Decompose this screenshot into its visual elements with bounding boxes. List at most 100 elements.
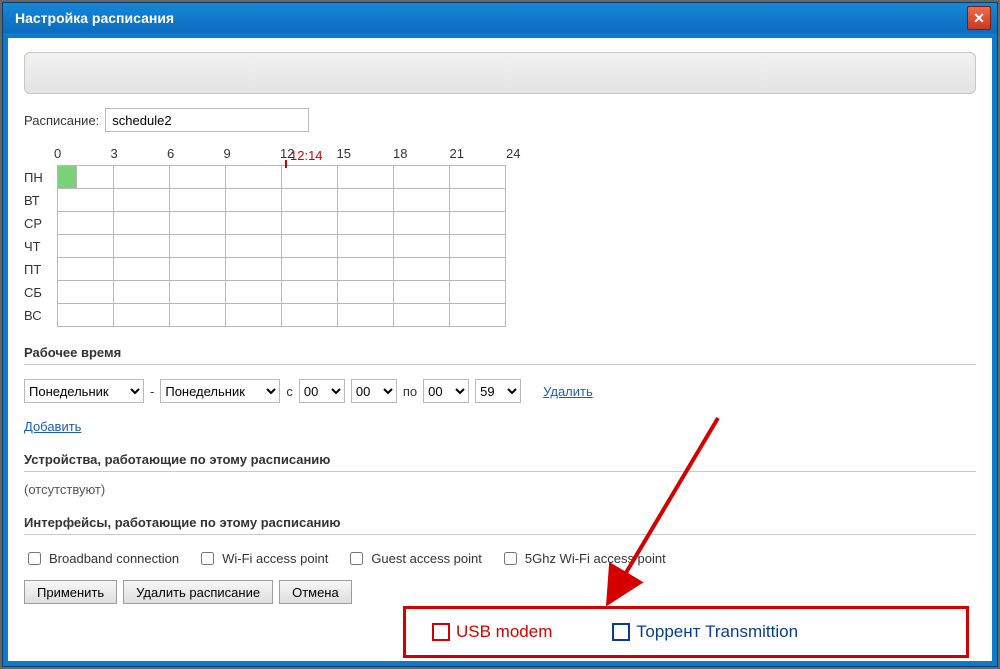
cell-wed-5[interactable] xyxy=(338,212,394,235)
hour-to-select[interactable]: 00 xyxy=(423,379,469,403)
day-from-select[interactable]: Понедельник xyxy=(24,379,144,403)
checkbox-icon[interactable] xyxy=(201,552,214,565)
checkbox-icon[interactable] xyxy=(504,552,517,565)
cell-mon-5[interactable] xyxy=(338,166,394,189)
cell-sat-7[interactable] xyxy=(450,281,506,304)
cell-tue-3[interactable] xyxy=(226,189,282,212)
schedule-grid: 0 3 6 9 12 15 18 21 24 12:14 ПН ВТ СР xyxy=(24,146,976,327)
schedule-settings-window: Настройка расписания ✕ Расписание: 0 3 6… xyxy=(2,2,998,667)
cell-tue-4[interactable] xyxy=(282,189,338,212)
cell-wed-0[interactable] xyxy=(58,212,114,235)
cell-tue-2[interactable] xyxy=(170,189,226,212)
cell-thu-1[interactable] xyxy=(114,235,170,258)
cell-sun-0[interactable] xyxy=(58,304,114,327)
cell-mon-0[interactable] xyxy=(58,166,77,189)
titlebar: Настройка расписания ✕ xyxy=(3,3,997,33)
window-title: Настройка расписания xyxy=(15,10,967,26)
min-to-select[interactable]: 59 xyxy=(475,379,521,403)
apply-button[interactable]: Применить xyxy=(24,580,117,604)
cell-tue-0[interactable] xyxy=(58,189,114,212)
cell-fri-5[interactable] xyxy=(338,258,394,281)
cell-fri-1[interactable] xyxy=(114,258,170,281)
interface-5ghz[interactable]: 5Ghz Wi-Fi access point xyxy=(500,549,666,568)
cell-sat-0[interactable] xyxy=(58,281,114,304)
checkbox-icon[interactable] xyxy=(350,552,363,565)
cell-tue-7[interactable] xyxy=(450,189,506,212)
interfaces-title: Интерфейсы, работающие по этому расписан… xyxy=(24,515,976,530)
checkbox-icon[interactable] xyxy=(28,552,41,565)
close-button[interactable]: ✕ xyxy=(967,6,991,30)
interfaces-row: Broadband connection Wi-Fi access point … xyxy=(24,549,976,568)
add-time-link[interactable]: Добавить xyxy=(24,419,81,434)
cell-thu-5[interactable] xyxy=(338,235,394,258)
work-time-title: Рабочее время xyxy=(24,345,976,360)
delete-time-link[interactable]: Удалить xyxy=(543,384,593,399)
cell-sun-5[interactable] xyxy=(338,304,394,327)
checkbox-icon xyxy=(432,623,450,641)
current-time-tick xyxy=(285,160,287,168)
cell-sat-3[interactable] xyxy=(226,281,282,304)
cell-tue-1[interactable] xyxy=(114,189,170,212)
cell-mon-2[interactable] xyxy=(170,166,226,189)
cell-mon-0b[interactable] xyxy=(77,166,114,189)
cell-sat-5[interactable] xyxy=(338,281,394,304)
cell-sat-2[interactable] xyxy=(170,281,226,304)
cell-sat-1[interactable] xyxy=(114,281,170,304)
cell-mon-7[interactable] xyxy=(450,166,506,189)
from-label: с xyxy=(286,384,293,399)
schedule-name-input[interactable] xyxy=(105,108,309,132)
cell-mon-6[interactable] xyxy=(394,166,450,189)
cell-thu-3[interactable] xyxy=(226,235,282,258)
delete-schedule-button[interactable]: Удалить расписание xyxy=(123,580,273,604)
window-body: Расписание: 0 3 6 9 12 15 18 21 24 12:14… xyxy=(3,33,997,666)
cell-wed-4[interactable] xyxy=(282,212,338,235)
hour-from-select[interactable]: 00 xyxy=(299,379,345,403)
cell-wed-2[interactable] xyxy=(170,212,226,235)
cell-fri-7[interactable] xyxy=(450,258,506,281)
action-buttons-row: Применить Удалить расписание Отмена xyxy=(24,580,976,604)
annotation-highlight-box: USB modem Торрент Transmittion xyxy=(403,606,969,658)
cell-tue-6[interactable] xyxy=(394,189,450,212)
cell-thu-4[interactable] xyxy=(282,235,338,258)
cell-sun-1[interactable] xyxy=(114,304,170,327)
divider-1 xyxy=(24,364,976,365)
interface-wifi[interactable]: Wi-Fi access point xyxy=(197,549,328,568)
day-sat: СБ xyxy=(24,281,58,304)
cancel-button[interactable]: Отмена xyxy=(279,580,352,604)
cell-sun-2[interactable] xyxy=(170,304,226,327)
day-thu: ЧТ xyxy=(24,235,58,258)
cell-wed-1[interactable] xyxy=(114,212,170,235)
cell-sun-7[interactable] xyxy=(450,304,506,327)
cell-fri-0[interactable] xyxy=(58,258,114,281)
cell-mon-3[interactable] xyxy=(226,166,282,189)
cell-thu-2[interactable] xyxy=(170,235,226,258)
cell-thu-0[interactable] xyxy=(58,235,114,258)
work-time-row: Понедельник - Понедельник с 00 00 по 00 … xyxy=(24,379,976,403)
cell-fri-4[interactable] xyxy=(282,258,338,281)
divider-2 xyxy=(24,471,976,472)
day-wed: СР xyxy=(24,212,58,235)
cell-sun-6[interactable] xyxy=(394,304,450,327)
day-to-select[interactable]: Понедельник xyxy=(160,379,280,403)
cell-fri-6[interactable] xyxy=(394,258,450,281)
cell-sun-3[interactable] xyxy=(226,304,282,327)
interface-guest[interactable]: Guest access point xyxy=(346,549,482,568)
min-from-select[interactable]: 00 xyxy=(351,379,397,403)
cell-sat-6[interactable] xyxy=(394,281,450,304)
day-sun: ВС xyxy=(24,304,58,327)
schedule-name-row: Расписание: xyxy=(24,108,976,132)
cell-fri-2[interactable] xyxy=(170,258,226,281)
cell-thu-7[interactable] xyxy=(450,235,506,258)
cell-fri-3[interactable] xyxy=(226,258,282,281)
cell-wed-6[interactable] xyxy=(394,212,450,235)
hour-18: 18 xyxy=(393,146,450,161)
cell-thu-6[interactable] xyxy=(394,235,450,258)
cell-wed-3[interactable] xyxy=(226,212,282,235)
cell-sat-4[interactable] xyxy=(282,281,338,304)
cell-wed-7[interactable] xyxy=(450,212,506,235)
cell-tue-5[interactable] xyxy=(338,189,394,212)
cell-mon-1[interactable] xyxy=(114,166,170,189)
interface-broadband[interactable]: Broadband connection xyxy=(24,549,179,568)
cell-mon-4[interactable] xyxy=(282,166,338,189)
cell-sun-4[interactable] xyxy=(282,304,338,327)
